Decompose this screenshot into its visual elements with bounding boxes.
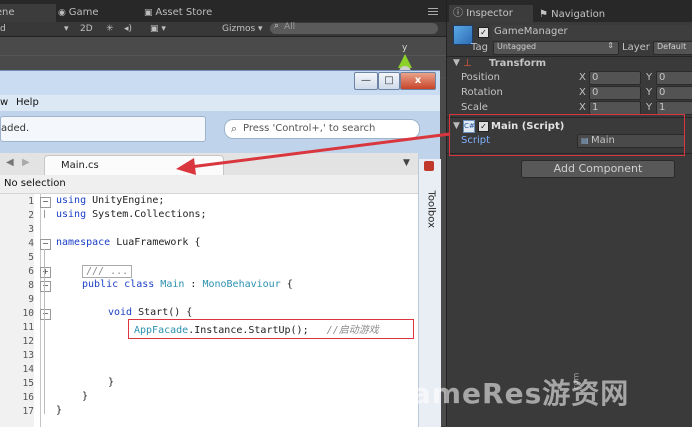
watermark: GameRes游资网 bbox=[388, 372, 692, 412]
watermark-domain: .com bbox=[571, 372, 581, 393]
watermark-text: GameRes游资网 bbox=[388, 377, 630, 410]
annotation-arrow-icon bbox=[176, 132, 451, 175]
